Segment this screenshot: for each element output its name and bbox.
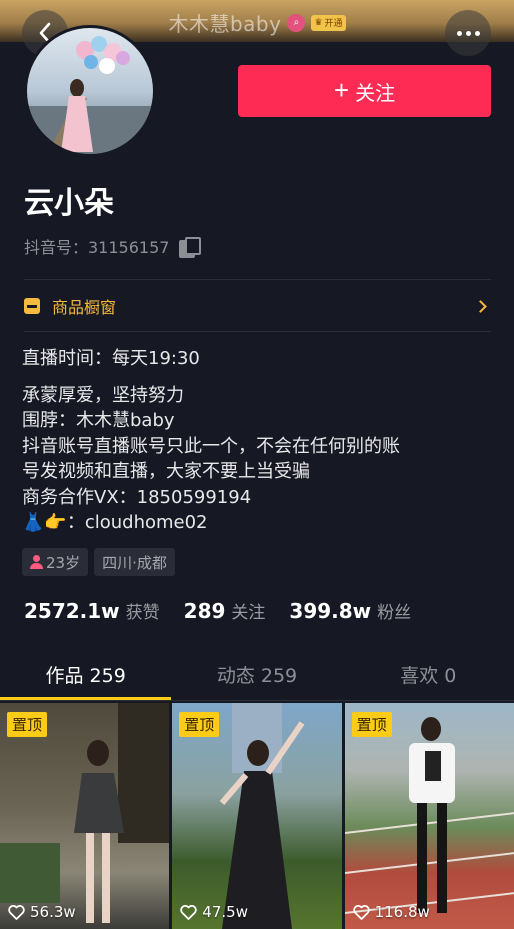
avatar-photo xyxy=(27,36,153,154)
tab-works[interactable]: 作品 259 xyxy=(0,648,172,700)
heart-icon xyxy=(352,904,370,920)
dress-pointing-emoji-icon: 👗👉 xyxy=(22,512,67,533)
chevron-right-icon xyxy=(474,299,487,313)
crown-icon: ♛ xyxy=(314,17,323,28)
video-thumbnail[interactable]: 置顶 47.5w xyxy=(172,703,342,929)
tab-dynamics[interactable]: 动态 259 xyxy=(171,648,342,700)
pinned-badge: 置顶 xyxy=(351,712,392,737)
video-likes: 116.8w xyxy=(352,903,430,921)
plus-icon: + xyxy=(333,75,350,105)
bio-line: 商务合作VX：1850599194 xyxy=(22,486,252,508)
shop-window-row[interactable]: 商品橱窗 xyxy=(24,282,491,330)
video-likes-count: 47.5w xyxy=(202,903,248,921)
profile-tags: 23岁 四川·成都 xyxy=(22,548,175,576)
following-label[interactable]: 关注 xyxy=(231,598,265,623)
avatar[interactable] xyxy=(24,25,156,157)
bio-contact-text: ：cloudhome02 xyxy=(66,512,208,533)
douyin-id: 抖音号：31156157 xyxy=(24,238,170,257)
heart-icon xyxy=(8,904,25,920)
bio: 直播时间：每天19:30 承蒙厚爱，坚持努力 围脖：木木慧baby 抖音账号直播… xyxy=(22,346,400,536)
follow-button[interactable]: + 关注 xyxy=(238,65,491,117)
bio-line: 抖音账号直播账号只此一个，不会在任何别的账 xyxy=(22,435,400,457)
vip-badge-label: 开通 xyxy=(324,19,343,29)
followers-label[interactable]: 粉丝 xyxy=(377,598,411,623)
ellipsis-icon xyxy=(456,30,462,36)
female-icon xyxy=(30,555,43,569)
following-count[interactable]: 289 xyxy=(184,599,226,623)
douyin-id-row: 抖音号：31156157 xyxy=(24,234,202,258)
followers-count[interactable]: 399.8w xyxy=(289,599,371,623)
likes-label: 获赞 xyxy=(125,603,160,623)
age-tag-label: 23岁 xyxy=(46,553,81,572)
pinned-badge: 置顶 xyxy=(7,712,48,737)
search-badge-icon: ⌕ xyxy=(287,13,306,32)
content-tabs: 作品 259 动态 259 喜欢 0 xyxy=(0,648,514,700)
heart-icon xyxy=(180,904,198,920)
video-likes: 47.5w xyxy=(180,903,248,921)
shop-window-label: 商品橱窗 xyxy=(52,298,117,317)
likes-count: 2572.1w xyxy=(24,599,120,623)
age-tag: 23岁 xyxy=(22,548,89,576)
stats-row: 2572.1w 获赞 289 关注 399.8w 粉丝 xyxy=(24,598,435,623)
live-time: 直播时间：每天19:30 xyxy=(22,348,200,369)
bio-contact-line: 👗👉：cloudhome02 xyxy=(22,510,400,536)
nickname: 云小朵 xyxy=(24,186,114,221)
more-button[interactable] xyxy=(445,10,491,56)
bio-line: 承蒙厚爱，坚持努力 xyxy=(22,384,184,406)
divider xyxy=(24,279,491,280)
video-thumbnail[interactable]: 置顶 116.8w xyxy=(344,703,514,929)
tabs-divider xyxy=(0,700,514,701)
location-tag-label: 四川·成都 xyxy=(102,553,167,572)
bio-line: 号发视频和直播，大家不要上当受骗 xyxy=(22,461,310,482)
video-likes: 56.3w xyxy=(8,903,76,921)
location-tag: 四川·成都 xyxy=(94,548,175,576)
bio-line: 围脖：木木慧baby xyxy=(22,410,175,431)
divider xyxy=(24,331,491,332)
follow-button-label: 关注 xyxy=(355,82,396,105)
copy-icon[interactable] xyxy=(179,237,202,258)
shop-icon xyxy=(24,298,40,314)
banner-title: 木木慧baby xyxy=(168,12,282,36)
video-thumbnail[interactable]: 置顶 56.3w xyxy=(0,703,170,929)
video-likes-count: 116.8w xyxy=(374,903,430,921)
video-likes-count: 56.3w xyxy=(30,903,76,921)
vip-badge[interactable]: ♛ 开通 xyxy=(311,14,346,31)
video-grid: 置顶 56.3w 置顶 47.5w 置顶 116.8w xyxy=(0,703,514,929)
pinned-badge: 置顶 xyxy=(179,712,220,737)
tab-likes[interactable]: 喜欢 0 xyxy=(343,648,514,700)
